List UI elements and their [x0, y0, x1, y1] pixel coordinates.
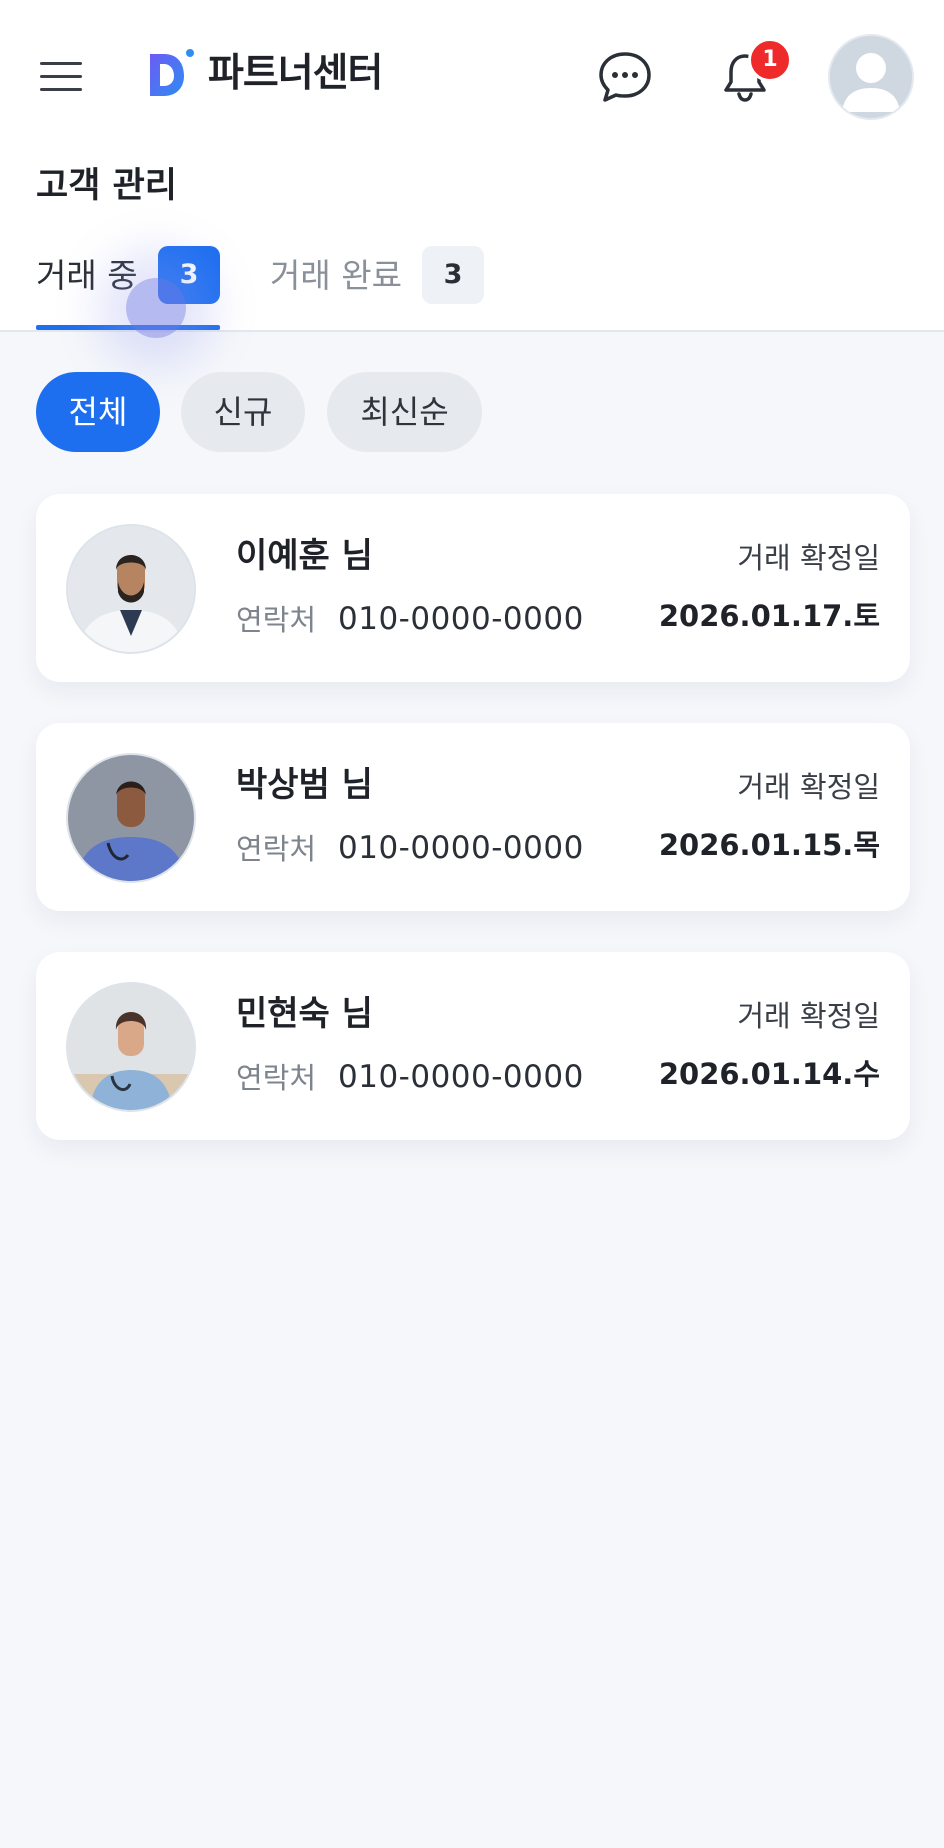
- logo-icon: [150, 49, 194, 96]
- confirm-date-label: 거래 확정일: [737, 999, 880, 1033]
- confirm-date: 2026.01.15.목: [658, 828, 880, 862]
- contact-phone: 010-0000-0000: [338, 830, 584, 866]
- contact-label: 연락처: [236, 1061, 317, 1095]
- tab-in-progress-label: 거래 중: [36, 256, 138, 295]
- menu-icon[interactable]: [38, 58, 84, 94]
- confirm-date: 2026.01.17.토: [658, 599, 880, 633]
- filter-all-chip[interactable]: 전체: [36, 372, 160, 452]
- tab-indicator: [36, 325, 220, 330]
- top-panel: 파트너센터 1 고객 관리 거래 중 3 거래 완료 3: [0, 0, 944, 338]
- user-avatar-icon[interactable]: [828, 34, 914, 120]
- logo-text: 파트너센터: [208, 51, 383, 96]
- customer-card[interactable]: 민현숙 님 연락처 010-0000-0000 거래 확정일 2026.01.1…: [36, 952, 910, 1140]
- touch-indicator: [126, 278, 186, 338]
- notification-badge: 1: [748, 38, 792, 82]
- confirm-date-label: 거래 확정일: [737, 541, 880, 575]
- customer-photo: [66, 982, 196, 1112]
- filter-new-chip[interactable]: 신규: [181, 372, 305, 452]
- tab-completed-label: 거래 완료: [270, 256, 402, 295]
- tab-completed[interactable]: 거래 완료 3: [270, 246, 490, 310]
- filter-latest-chip[interactable]: 최신순: [327, 372, 482, 452]
- customer-name: 박상범 님: [236, 765, 373, 805]
- customer-name: 민현숙 님: [236, 994, 373, 1034]
- customer-card[interactable]: 이예훈 님 연락처 010-0000-0000 거래 확정일 2026.01.1…: [36, 494, 910, 682]
- confirm-date: 2026.01.14.수: [658, 1057, 880, 1091]
- contact-label: 연락처: [236, 603, 317, 637]
- chat-icon[interactable]: [596, 48, 654, 106]
- tab-completed-count: 3: [422, 246, 484, 304]
- customer-photo: [66, 524, 196, 654]
- customer-name: 이예훈 님: [236, 536, 373, 576]
- confirm-date-label: 거래 확정일: [737, 770, 880, 804]
- customer-photo: [66, 753, 196, 883]
- customer-card[interactable]: 박상범 님 연락처 010-0000-0000 거래 확정일 2026.01.1…: [36, 723, 910, 911]
- contact-label: 연락처: [236, 832, 317, 866]
- page-title: 고객 관리: [36, 166, 177, 206]
- contact-phone: 010-0000-0000: [338, 601, 584, 637]
- avatar-silhouette: [842, 53, 900, 112]
- contact-phone: 010-0000-0000: [338, 1059, 584, 1095]
